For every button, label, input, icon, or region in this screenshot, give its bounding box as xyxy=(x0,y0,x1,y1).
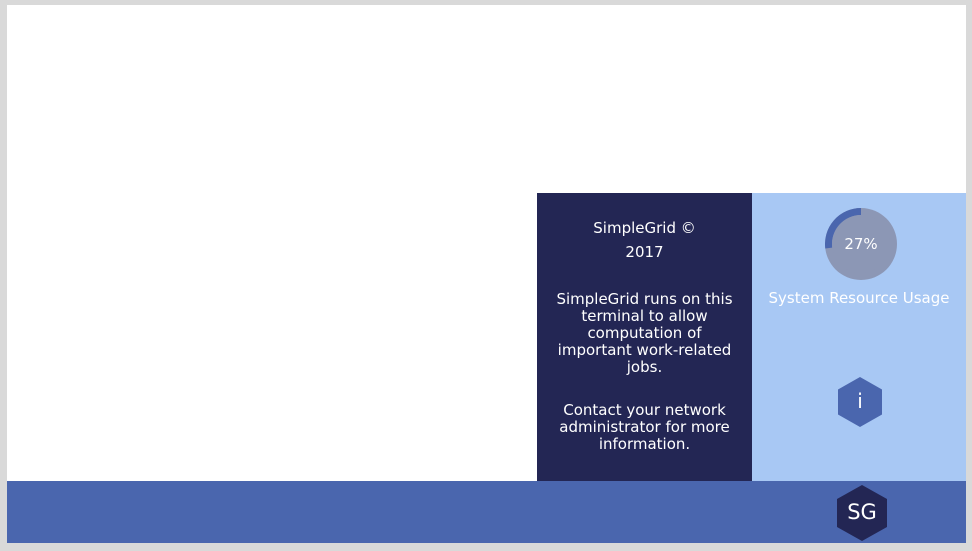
info-title: SimpleGrid © xyxy=(593,219,696,237)
desktop-screen: SimpleGrid © 2017 SimpleGrid runs on thi… xyxy=(7,5,966,543)
simplegrid-popup: SimpleGrid © 2017 SimpleGrid runs on thi… xyxy=(537,193,966,481)
info-description: SimpleGrid runs on this terminal to allo… xyxy=(556,290,733,376)
simplegrid-logo-text[interactable]: SG xyxy=(835,484,889,542)
info-contact: Contact your network administrator for m… xyxy=(559,401,730,453)
info-button-glyph[interactable]: i xyxy=(836,376,884,428)
resource-usage-percent: 27% xyxy=(844,235,878,253)
info-year: 2017 xyxy=(625,243,664,261)
usage-panel: 27% System Resource Usage i xyxy=(752,193,966,481)
info-panel: SimpleGrid © 2017 SimpleGrid runs on thi… xyxy=(537,193,752,481)
taskbar: SG xyxy=(7,481,966,543)
resource-usage-label: System Resource Usage xyxy=(768,289,950,307)
